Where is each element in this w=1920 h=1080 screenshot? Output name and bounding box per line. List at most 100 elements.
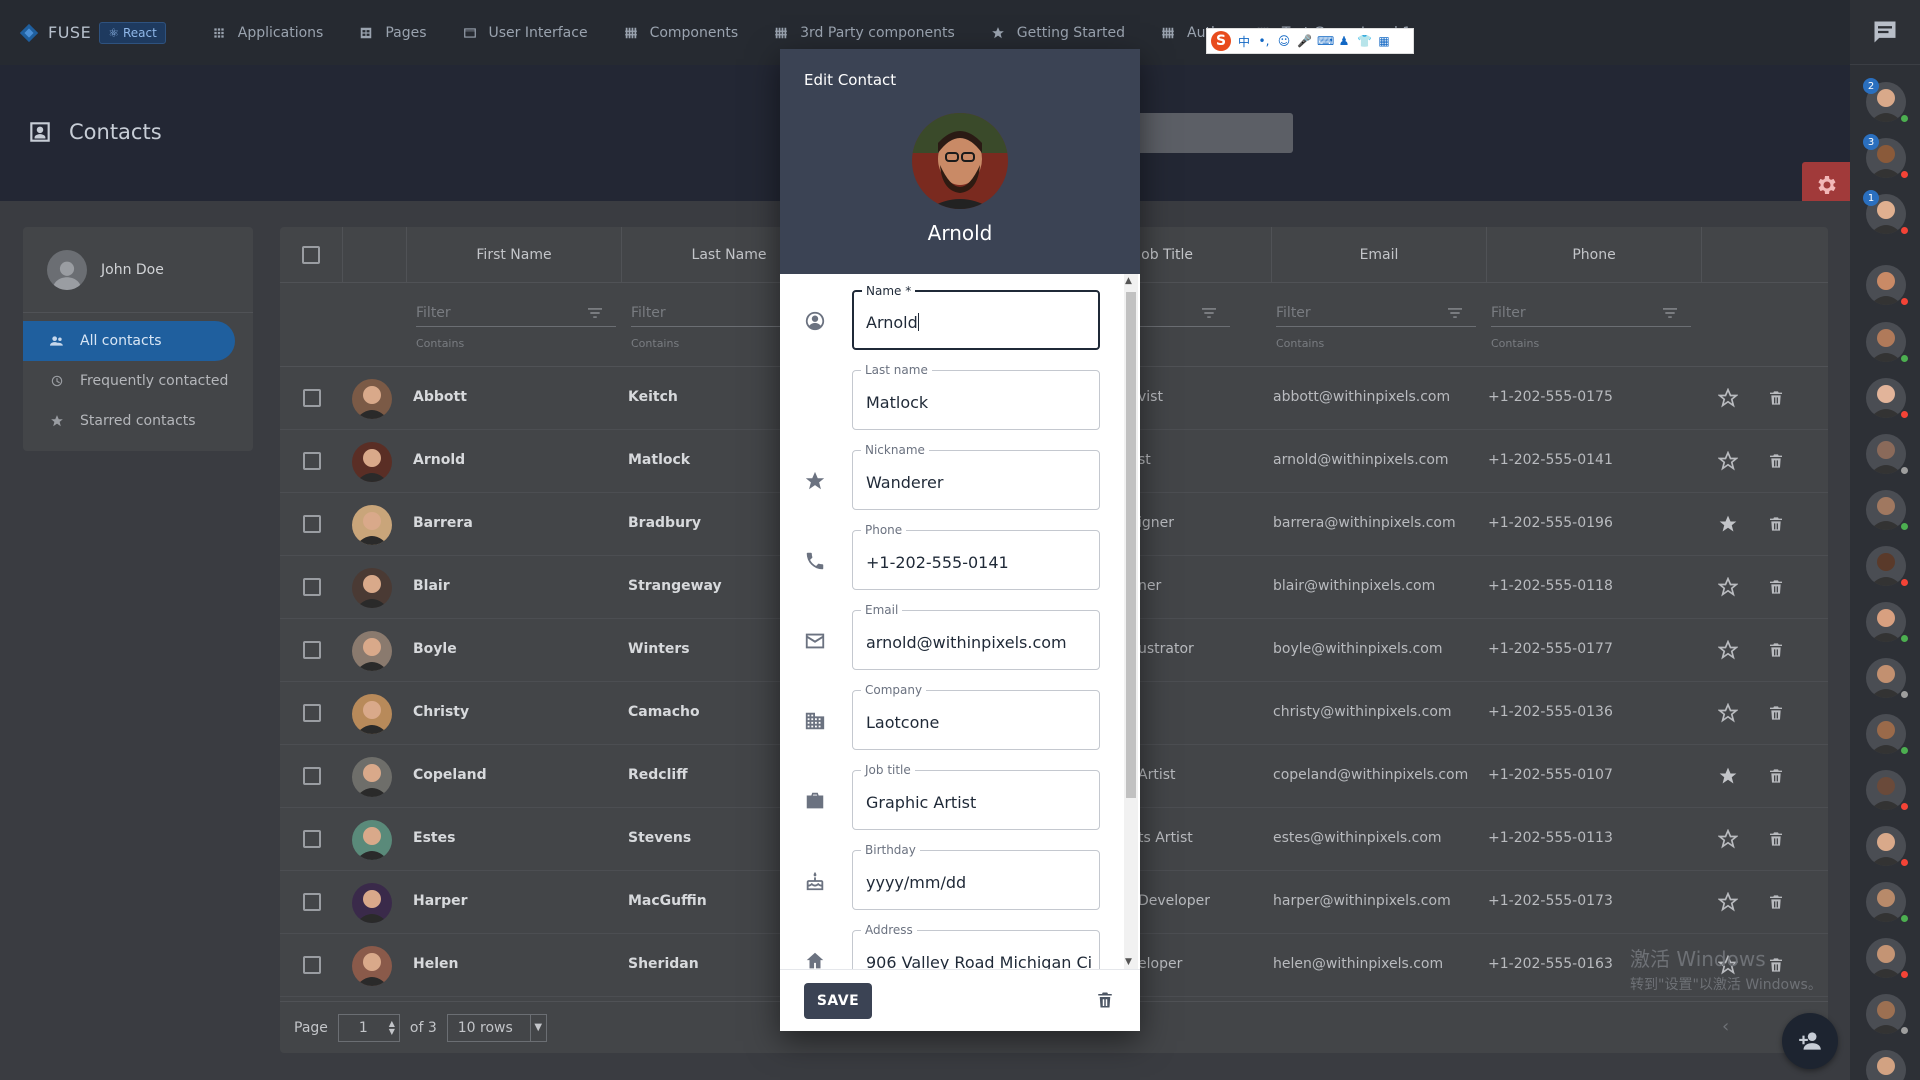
star-icon[interactable] — [1717, 639, 1739, 660]
page-label: Page — [294, 1019, 328, 1036]
row-checkbox[interactable] — [303, 578, 321, 596]
row-checkbox[interactable] — [303, 767, 321, 785]
job-title-cell: ts Artist — [1138, 830, 1193, 846]
trash-icon[interactable] — [1768, 577, 1784, 597]
job-title-field[interactable]: Job title Graphic Artist — [852, 763, 1100, 830]
address-field[interactable]: Address 906 Valley Road Michigan City — [852, 923, 1100, 969]
avatar — [352, 820, 392, 860]
filter-email[interactable]: Filter — [1276, 301, 1476, 327]
trash-icon[interactable] — [1768, 703, 1784, 723]
filter-icon[interactable] — [1663, 307, 1677, 319]
trash-icon[interactable] — [1768, 514, 1784, 534]
nav-user-interface[interactable]: User Interface — [463, 0, 588, 65]
trash-icon[interactable] — [1768, 451, 1784, 471]
ime-toolbar[interactable]: S 中 •, ☺ 🎤 ⌨ ♟ 👕 ▦ — [1206, 28, 1414, 54]
avatar — [352, 442, 392, 482]
rows-per-page-select[interactable]: 10 rows ▼ — [446, 1013, 547, 1042]
last-name-field[interactable]: Last name Matlock — [852, 363, 1100, 430]
nav-pages[interactable]: Pages — [359, 0, 427, 65]
dialog-title: Edit Contact — [804, 71, 897, 89]
trash-icon[interactable] — [1768, 829, 1784, 849]
scroll-down-icon[interactable]: ▼ — [1125, 957, 1132, 967]
sidebar-item-starred-contacts[interactable]: Starred contacts — [23, 401, 253, 441]
email-cell: harper@withinpixels.com — [1273, 893, 1451, 909]
brand[interactable]: FUSE ⚛ React — [18, 21, 166, 44]
status-dot — [1900, 522, 1909, 531]
sidebar-item-frequently-contacted[interactable]: Frequently contacted — [23, 361, 253, 401]
filter-phone[interactable]: Filter — [1491, 301, 1691, 327]
avatar-column-header — [343, 227, 407, 283]
column-header-email[interactable]: Email — [1272, 227, 1487, 283]
row-checkbox[interactable] — [303, 452, 321, 470]
nav-applications[interactable]: Applications — [212, 0, 323, 65]
star-icon[interactable] — [1717, 828, 1739, 849]
last-name-cell: Winters — [628, 641, 690, 657]
chat-toggle[interactable] — [1850, 0, 1920, 65]
star-icon[interactable] — [1718, 514, 1738, 534]
ime-chinese-icon[interactable]: 中 — [1237, 33, 1251, 50]
trash-icon[interactable] — [1768, 640, 1784, 660]
filter-icon[interactable] — [588, 307, 602, 319]
trash-icon[interactable] — [1768, 892, 1784, 912]
column-header-first-name[interactable]: First Name — [407, 227, 622, 283]
sidebar-user: John Doe — [23, 227, 253, 313]
row-checkbox[interactable] — [303, 830, 321, 848]
nav-components[interactable]: Components — [624, 0, 738, 65]
scroll-up-icon[interactable]: ▲ — [1125, 276, 1132, 286]
scrollbar-thumb[interactable] — [1126, 292, 1136, 798]
save-button[interactable]: SAVE — [804, 983, 872, 1019]
filter-icon[interactable] — [1202, 307, 1216, 319]
sidebar-item-all-contacts[interactable]: All contacts — [23, 321, 235, 361]
ime-emoji-icon[interactable]: ☺ — [1277, 34, 1291, 48]
row-checkbox[interactable] — [303, 389, 321, 407]
column-header-job-title[interactable]: Job Title — [1137, 227, 1272, 283]
ime-grid-icon[interactable]: ▦ — [1377, 34, 1391, 48]
row-checkbox[interactable] — [303, 641, 321, 659]
stepper-icon[interactable]: ▲ ▼ — [389, 1019, 395, 1036]
birthday-field[interactable]: Birthday yyyy/mm/dd — [852, 843, 1100, 910]
star-icon[interactable] — [1717, 387, 1739, 408]
page-number-input[interactable]: 1 ▲ ▼ — [337, 1013, 400, 1042]
ime-punct-icon[interactable]: •, — [1257, 34, 1271, 48]
star-icon[interactable] — [1718, 766, 1738, 786]
sidebar-item-label: Frequently contacted — [80, 373, 229, 389]
phone-field[interactable]: Phone +1-202-555-0141 — [852, 523, 1100, 590]
nickname-field-value: Wanderer — [866, 473, 944, 492]
previous-page-icon[interactable]: ‹ — [1722, 1016, 1729, 1037]
filter-icon[interactable] — [1448, 307, 1462, 319]
email-field[interactable]: Email arnold@withinpixels.com — [852, 603, 1100, 670]
ime-keyboard-icon[interactable]: ⌨ — [1317, 34, 1334, 48]
react-icon: ⚛ — [108, 25, 119, 40]
search-input[interactable] — [1130, 113, 1293, 153]
star-icon[interactable] — [1717, 450, 1739, 471]
ime-mic-icon[interactable]: 🎤 — [1297, 34, 1312, 48]
trash-icon[interactable] — [1768, 388, 1784, 408]
star-icon[interactable] — [1717, 891, 1739, 912]
row-checkbox[interactable] — [303, 515, 321, 533]
row-checkbox[interactable] — [303, 956, 321, 974]
column-header-phone[interactable]: Phone — [1487, 227, 1702, 283]
trash-icon[interactable] — [1768, 766, 1784, 786]
star-icon[interactable] — [1717, 576, 1739, 597]
row-checkbox[interactable] — [303, 704, 321, 722]
name-field[interactable]: Name * Arnold — [852, 284, 1100, 350]
filter-hint: Contains — [416, 337, 465, 350]
status-dot — [1900, 354, 1909, 363]
filter-job-title[interactable] — [1140, 301, 1230, 327]
chat-contact-avatar[interactable] — [1866, 1050, 1906, 1080]
phone-cell: +1-202-555-0177 — [1488, 641, 1613, 657]
select-all-checkbox[interactable] — [302, 246, 320, 264]
ime-skin-icon[interactable]: 👕 — [1357, 34, 1372, 48]
sogou-logo-icon: S — [1211, 31, 1231, 51]
ime-user-icon[interactable]: ♟ — [1337, 34, 1351, 48]
filter-first-name[interactable]: Filter — [416, 301, 616, 327]
delete-button[interactable] — [1096, 990, 1116, 1012]
phone-cell: +1-202-555-0173 — [1488, 893, 1613, 909]
filter-last-name[interactable]: Filter — [631, 301, 781, 327]
star-icon[interactable] — [1717, 702, 1739, 723]
status-dot — [1900, 114, 1909, 123]
company-field[interactable]: Company Laotcone — [852, 683, 1100, 750]
row-checkbox[interactable] — [303, 893, 321, 911]
add-contact-button[interactable] — [1782, 1013, 1838, 1069]
nickname-field[interactable]: Nickname Wanderer — [852, 443, 1100, 510]
